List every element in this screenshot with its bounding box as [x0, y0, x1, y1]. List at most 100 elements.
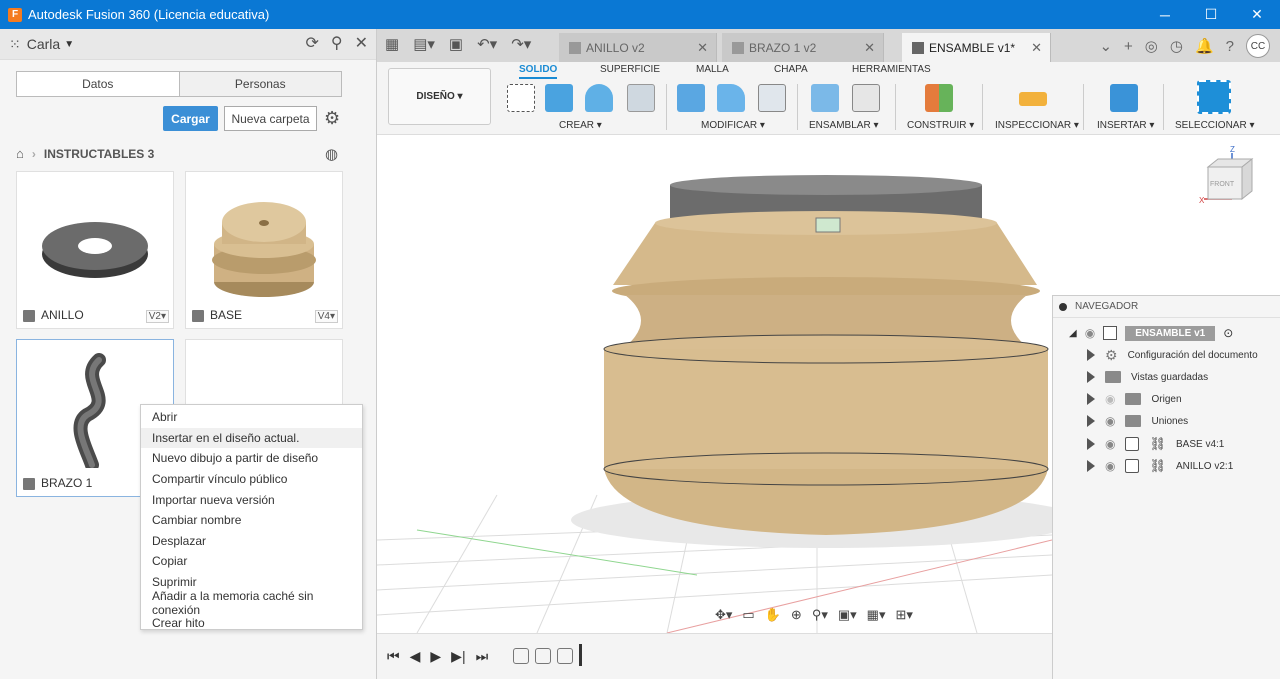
extrude-icon[interactable]	[545, 84, 573, 112]
close-tab-icon[interactable]: ✕	[697, 40, 708, 56]
group-seleccionar[interactable]: SELECCIONAR ▾	[1175, 120, 1254, 131]
close-tab-icon[interactable]: ✕	[864, 40, 875, 56]
navigator-header[interactable]: NAVEGADOR	[1053, 296, 1280, 318]
menu-item-cache[interactable]: Añadir a la memoria caché sin conexión	[141, 589, 362, 617]
data-panel-toggle-icon[interactable]: ▦	[385, 35, 399, 53]
eye-icon[interactable]: ◉	[1105, 459, 1115, 473]
new-component-icon[interactable]	[811, 84, 839, 112]
group-ensamblar[interactable]: ENSAMBLAR ▾	[809, 120, 878, 131]
extensions-icon[interactable]: ◎	[1145, 37, 1158, 55]
menu-item-desplazar[interactable]: Desplazar	[141, 531, 362, 552]
viewcube[interactable]: Z X FRONT	[1198, 145, 1258, 207]
new-folder-button[interactable]: Nueva carpeta	[224, 106, 317, 131]
tab-list-chevron-icon[interactable]: ⌄	[1099, 37, 1112, 55]
fillet-icon[interactable]	[717, 84, 745, 112]
grid-settings-icon[interactable]: ▦▾	[867, 607, 886, 623]
expand-triangle-icon[interactable]	[1087, 371, 1095, 383]
shell-icon[interactable]	[758, 84, 786, 112]
new-tab-plus-icon[interactable]: +	[1124, 38, 1133, 55]
group-construir[interactable]: CONSTRUIR ▾	[907, 120, 974, 131]
tab-ensamble[interactable]: ENSAMBLE v1* ✕	[902, 33, 1051, 62]
navigator-item-origin[interactable]: ◉ Origen	[1087, 388, 1182, 410]
eye-icon[interactable]: ◉	[1105, 437, 1115, 451]
ribbon-tab-solido[interactable]: SOLIDO	[519, 64, 558, 79]
group-modificar[interactable]: MODIFICAR ▾	[701, 120, 765, 131]
menu-item-abrir[interactable]: Abrir	[141, 407, 362, 428]
timeline-joint-feature-icon[interactable]	[513, 648, 529, 664]
measure-icon[interactable]	[1019, 92, 1047, 106]
ribbon-tab-herramientas[interactable]: HERRAMIENTAS	[852, 64, 931, 75]
close-icon[interactable]: ✕	[355, 33, 368, 53]
ribbon-tab-chapa[interactable]: CHAPA	[774, 64, 808, 75]
box-icon[interactable]	[627, 84, 655, 112]
timeline-first-icon[interactable]: ⏮	[387, 648, 400, 665]
menu-item-cambiar-nombre[interactable]: Cambiar nombre	[141, 510, 362, 531]
navigator-item-config[interactable]: ⚙ Configuración del documento	[1087, 344, 1258, 366]
timeline-next-icon[interactable]: ▶|	[451, 648, 465, 665]
timeline-last-icon[interactable]: ⏭	[476, 648, 489, 665]
timeline-marker[interactable]	[579, 644, 582, 666]
orbit-icon[interactable]: ✥▾	[715, 607, 732, 623]
3d-viewport[interactable]: ✥▾ ▭ ✋ ⊕ ⚲▾ ▣▾ ▦▾ ⊞▾	[377, 135, 1052, 633]
navigator-item-joints[interactable]: ◉ Uniones	[1087, 410, 1188, 432]
menu-item-insertar[interactable]: Insertar en el diseño actual.	[141, 427, 362, 449]
timeline-joint-feature-icon[interactable]	[535, 648, 551, 664]
group-crear[interactable]: CREAR ▾	[559, 120, 602, 131]
navigator-item-anillo[interactable]: ◉ ⛓ ANILLO v2:1	[1087, 455, 1233, 477]
search-icon[interactable]: ⚲	[331, 33, 343, 53]
group-inspeccionar[interactable]: INSPECCIONAR ▾	[995, 120, 1079, 131]
eye-icon[interactable]: ◉	[1085, 326, 1095, 340]
tab-personas[interactable]: Personas	[178, 72, 341, 96]
look-at-icon[interactable]: ▭	[742, 607, 754, 623]
expand-triangle-icon[interactable]	[1087, 393, 1095, 405]
chevron-down-icon[interactable]: ▼	[64, 39, 74, 50]
close-tab-icon[interactable]: ✕	[1031, 40, 1042, 56]
create-sketch-icon[interactable]	[507, 84, 535, 112]
notifications-bell-icon[interactable]: 🔔	[1195, 37, 1214, 55]
navigator-item-base[interactable]: ◉ ⛓ BASE v4:1	[1087, 433, 1224, 455]
redo-icon[interactable]: ↷▾	[511, 35, 531, 53]
version-dropdown[interactable]: V2▾	[145, 310, 169, 323]
version-dropdown[interactable]: V4▾	[314, 310, 338, 323]
ribbon-tab-superficie[interactable]: SUPERFICIE	[600, 64, 660, 75]
revolve-icon[interactable]	[585, 84, 613, 112]
expand-triangle-icon[interactable]	[1087, 460, 1095, 472]
menu-item-importar[interactable]: Importar nueva versión	[141, 489, 362, 510]
navigator-item-views[interactable]: Vistas guardadas	[1087, 366, 1208, 388]
undo-icon[interactable]: ↶▾	[477, 35, 497, 53]
file-card-base[interactable]: BASE V4▾	[185, 171, 343, 329]
tab-brazo[interactable]: BRAZO 1 v2 ✕	[722, 33, 884, 62]
display-settings-icon[interactable]: ▣▾	[838, 607, 857, 623]
expand-triangle-icon[interactable]: ◢	[1069, 328, 1077, 339]
refresh-icon[interactable]: ⟳	[305, 33, 318, 53]
eye-icon[interactable]: ◉	[1105, 414, 1115, 428]
expand-triangle-icon[interactable]	[1087, 415, 1095, 427]
tab-datos[interactable]: Datos	[17, 72, 179, 96]
offset-plane-icon[interactable]	[925, 84, 953, 112]
timeline-previous-icon[interactable]: ◀	[410, 648, 421, 665]
job-status-icon[interactable]: ◷	[1170, 37, 1183, 55]
globe-icon[interactable]: ◍	[325, 145, 338, 163]
menu-item-nuevo-dibujo[interactable]: Nuevo dibujo a partir de diseño	[141, 448, 362, 469]
joint-icon[interactable]	[852, 84, 880, 112]
breadcrumb-folder[interactable]: INSTRUCTABLES 3	[44, 147, 154, 161]
maximize-button[interactable]: ☐	[1188, 0, 1234, 29]
eye-hidden-icon[interactable]: ◉	[1105, 392, 1115, 406]
tab-anillo[interactable]: ANILLO v2 ✕	[559, 33, 717, 62]
collapse-icon[interactable]	[1059, 302, 1067, 311]
help-icon[interactable]: ?	[1226, 38, 1234, 55]
navigator-root[interactable]: ◢ ◉ ENSAMBLE v1 ⊙	[1069, 322, 1233, 344]
close-window-button[interactable]: ✕	[1234, 0, 1280, 29]
file-menu-icon[interactable]: ▤▾	[413, 35, 435, 53]
menu-item-compartir[interactable]: Compartir vínculo público	[141, 469, 362, 490]
upload-button[interactable]: Cargar	[163, 106, 218, 131]
save-icon[interactable]: ▣	[449, 35, 463, 53]
press-pull-icon[interactable]	[677, 84, 705, 112]
workspace-dropdown[interactable]: DISEÑO ▾	[388, 68, 491, 125]
menu-item-copiar[interactable]: Copiar	[141, 551, 362, 572]
expand-triangle-icon[interactable]	[1087, 438, 1095, 450]
grid-icon[interactable]: ⁙	[9, 36, 21, 53]
user-name[interactable]: Carla	[27, 36, 60, 52]
select-icon[interactable]	[1197, 80, 1231, 114]
avatar[interactable]: CC	[1246, 34, 1270, 58]
